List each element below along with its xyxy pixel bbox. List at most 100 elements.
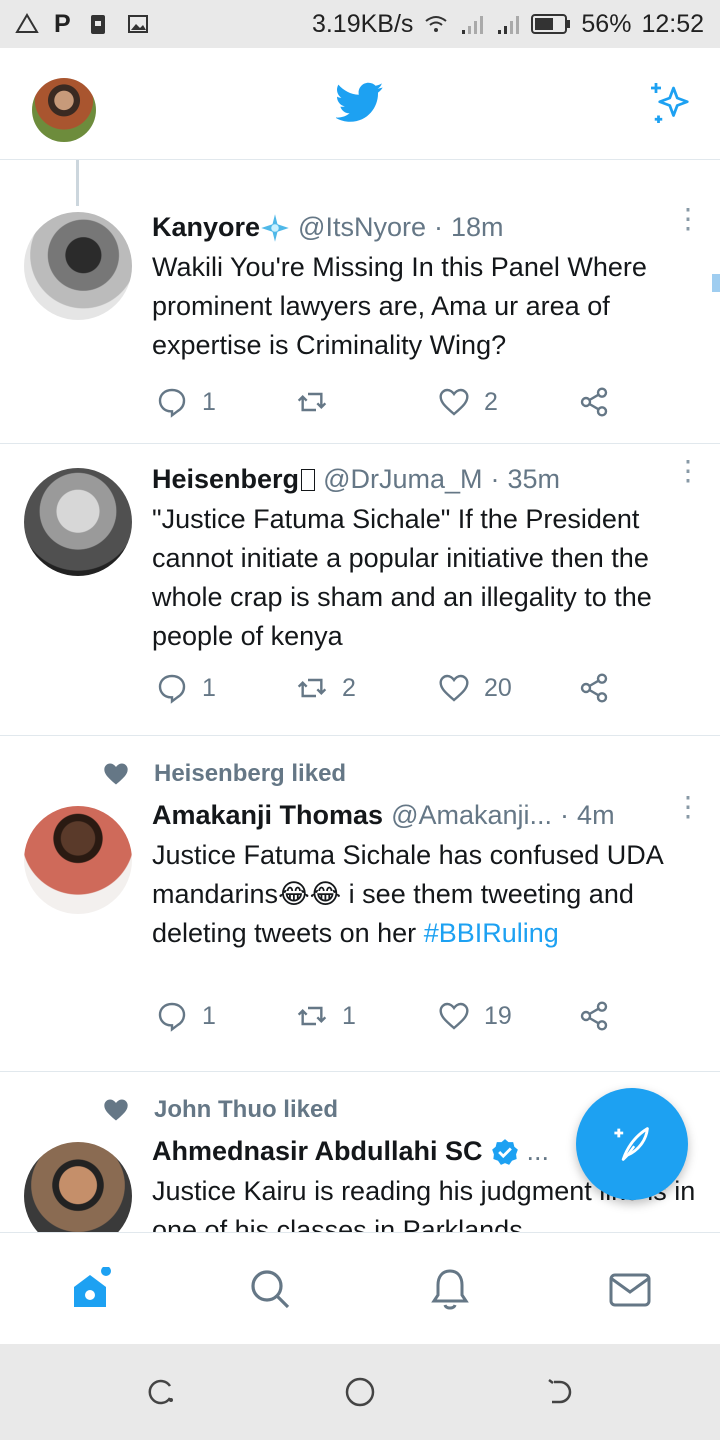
tweet-handle[interactable]: @Amakanji... bbox=[391, 800, 552, 831]
retweet-count: 2 bbox=[342, 673, 356, 702]
retweet-button[interactable]: 1 bbox=[296, 1000, 356, 1032]
compose-tweet-button[interactable] bbox=[576, 1088, 688, 1200]
social-context: John Thuo liked bbox=[102, 1096, 338, 1124]
tweet-text: Justice Fatuma Sichale has confused UDA … bbox=[152, 836, 702, 953]
share-button[interactable] bbox=[578, 672, 610, 704]
tweet-author-name[interactable]: Heisenberg bbox=[152, 464, 316, 495]
tweet-author-avatar[interactable] bbox=[24, 212, 132, 320]
tweet-author-name[interactable]: Kanyore bbox=[152, 212, 260, 243]
like-button[interactable]: 19 bbox=[438, 1000, 512, 1032]
tweet-actions: 1 2 20 bbox=[156, 672, 626, 712]
back-icon[interactable] bbox=[544, 1376, 576, 1408]
system-navigation-bar bbox=[0, 1344, 720, 1440]
verified-badge-icon bbox=[491, 1138, 518, 1165]
tweet-item[interactable]: Kanyore @ItsNyore · 18m ⋮ Wakili You're … bbox=[0, 160, 720, 444]
signal-icon-2 bbox=[498, 16, 520, 34]
share-button[interactable] bbox=[578, 386, 610, 418]
warning-icon bbox=[15, 13, 39, 33]
reply-button[interactable]: 1 bbox=[156, 1000, 216, 1032]
tweet-handle[interactable]: @ItsNyore bbox=[298, 212, 426, 243]
hashtag-link[interactable]: #BBIRuling bbox=[424, 918, 559, 948]
tweet-actions: 1 1 19 bbox=[156, 1000, 626, 1040]
tweet-header: Amakanji Thomas @Amakanji... · 4m bbox=[152, 800, 660, 831]
profile-avatar[interactable] bbox=[32, 78, 96, 142]
share-icon bbox=[580, 1001, 608, 1031]
heart-icon bbox=[439, 674, 469, 702]
signal-icon bbox=[462, 16, 484, 34]
share-button[interactable] bbox=[578, 1000, 610, 1032]
twitter-bird-icon[interactable] bbox=[336, 78, 384, 126]
tweet-more-icon[interactable]: ⋮ bbox=[674, 793, 702, 821]
parking-icon: P bbox=[54, 9, 71, 38]
tweet-header: Heisenberg @DrJuma_M · 35m bbox=[152, 464, 660, 495]
social-context: Heisenberg liked bbox=[102, 760, 346, 788]
reply-icon bbox=[158, 1002, 186, 1032]
retweet-icon bbox=[297, 1006, 327, 1026]
liked-by-text[interactable]: Heisenberg liked bbox=[154, 760, 346, 788]
network-speed: 3.19KB/s bbox=[311, 9, 414, 38]
tweet-handle-truncated: ... bbox=[526, 1136, 550, 1166]
tweet-item[interactable]: Heisenberg liked Amakanji Thomas @Amakan… bbox=[0, 736, 720, 1072]
heart-icon bbox=[439, 388, 469, 416]
compose-feather-icon bbox=[614, 1127, 649, 1161]
tweet-separator: · bbox=[560, 800, 570, 830]
liked-by-text[interactable]: John Thuo liked bbox=[154, 1096, 338, 1124]
tweet-author-avatar[interactable] bbox=[24, 1142, 132, 1232]
battery-percent: 56% bbox=[581, 9, 632, 38]
tweet-separator: · bbox=[490, 464, 500, 494]
like-count: 20 bbox=[484, 673, 512, 702]
reply-button[interactable]: 1 bbox=[156, 672, 216, 704]
reply-count: 1 bbox=[202, 1001, 216, 1030]
bottom-navigation bbox=[0, 1232, 720, 1344]
share-icon bbox=[580, 387, 608, 417]
tweet-author-avatar[interactable] bbox=[24, 806, 132, 914]
search-icon[interactable] bbox=[248, 1267, 292, 1311]
tweet-item[interactable]: Heisenberg @DrJuma_M · 35m ⋮ "Justice Fa… bbox=[0, 444, 720, 736]
like-button[interactable]: 20 bbox=[438, 672, 512, 704]
tweet-more-icon[interactable]: ⋮ bbox=[674, 457, 702, 485]
tweet-author-name[interactable]: Ahmednasir Abdullahi SC bbox=[152, 1136, 483, 1167]
tweet-handle[interactable]: @DrJuma_M bbox=[323, 464, 482, 495]
reply-icon bbox=[158, 388, 186, 418]
like-count: 19 bbox=[484, 1001, 512, 1030]
status-bar: P 3.19KB/s 56% 12:52 bbox=[0, 0, 720, 48]
sparkle-icon[interactable] bbox=[646, 78, 696, 128]
messages-icon[interactable] bbox=[608, 1267, 652, 1311]
tweet-author-avatar[interactable] bbox=[24, 468, 132, 576]
tweet-text: "Justice Fatuma Sichale" If the Presiden… bbox=[152, 504, 652, 651]
retweet-button[interactable]: 2 bbox=[296, 672, 356, 704]
app-header bbox=[0, 48, 720, 160]
tweet-time: 18m bbox=[450, 212, 504, 242]
heart-filled-icon bbox=[104, 1099, 128, 1121]
recent-apps-icon[interactable] bbox=[144, 1376, 176, 1408]
like-button[interactable]: 2 bbox=[438, 386, 498, 418]
home-button-icon[interactable] bbox=[344, 1376, 376, 1408]
tweet-header: Kanyore @ItsNyore · 18m bbox=[152, 212, 660, 243]
clock: 12:52 bbox=[641, 9, 704, 38]
wifi-icon bbox=[425, 16, 448, 32]
battery-icon bbox=[531, 14, 571, 34]
laughing-emoji: 😂😂 bbox=[278, 879, 342, 909]
tweet-author-name[interactable]: Amakanji Thomas bbox=[152, 800, 383, 831]
tweet-actions: 1 2 bbox=[156, 386, 626, 426]
reply-count: 1 bbox=[202, 387, 216, 416]
retweet-button[interactable] bbox=[296, 386, 342, 418]
heart-filled-icon bbox=[104, 763, 128, 785]
retweet-count: 1 bbox=[342, 1001, 356, 1030]
retweet-icon bbox=[297, 392, 327, 412]
reply-button[interactable]: 1 bbox=[156, 386, 216, 418]
tweet-time: 35m bbox=[507, 464, 561, 494]
notifications-icon[interactable] bbox=[428, 1267, 472, 1311]
share-icon bbox=[580, 673, 608, 703]
retweet-icon bbox=[297, 678, 327, 698]
home-icon[interactable] bbox=[68, 1267, 112, 1311]
reply-icon bbox=[158, 674, 186, 704]
tweet-header: Ahmednasir Abdullahi SC ... bbox=[152, 1136, 570, 1167]
tweet-text: Wakili You're Missing In this Panel Wher… bbox=[152, 252, 647, 360]
tweet-more-icon[interactable]: ⋮ bbox=[674, 205, 702, 233]
tweet-separator: · bbox=[433, 212, 443, 242]
sparkle-emoji-icon bbox=[261, 213, 289, 242]
timeline-feed[interactable]: Kanyore @ItsNyore · 18m ⋮ Wakili You're … bbox=[0, 160, 720, 1232]
reply-count: 1 bbox=[202, 673, 216, 702]
lock-icon bbox=[90, 15, 105, 34]
